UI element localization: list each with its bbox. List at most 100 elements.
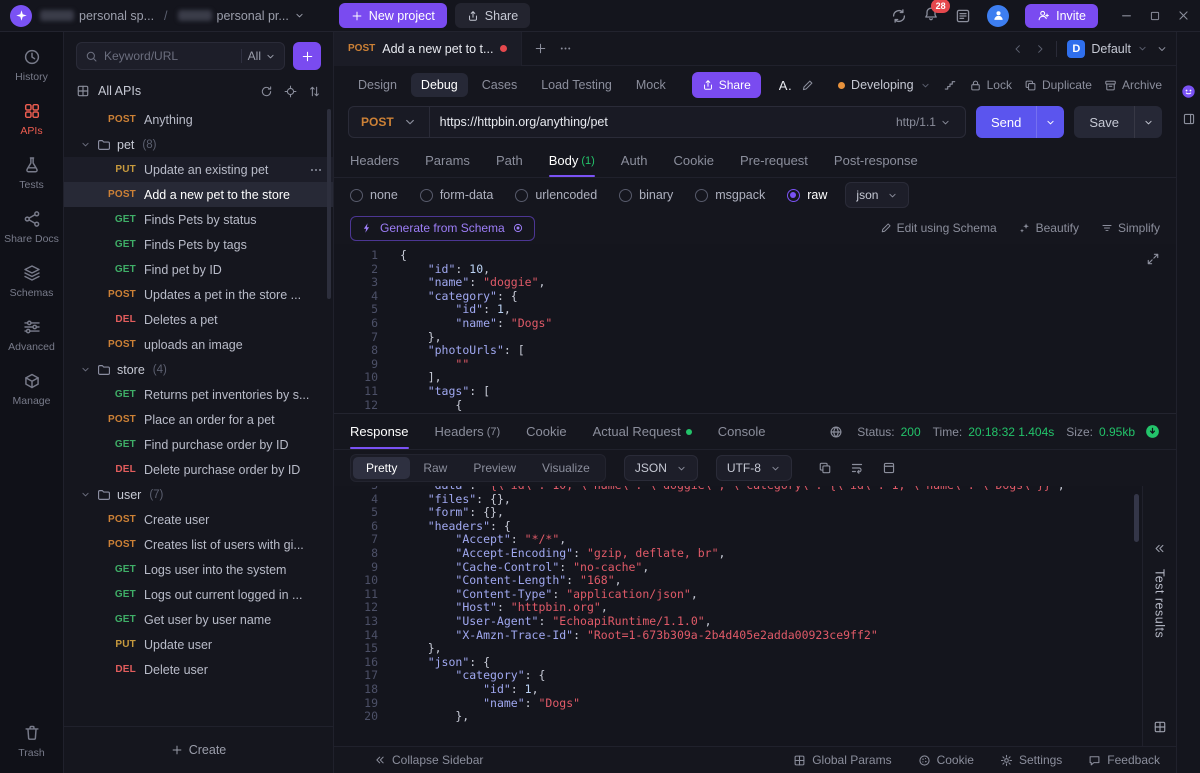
add-api-button[interactable] bbox=[293, 42, 321, 70]
tree-item[interactable]: GET Finds Pets by tags bbox=[64, 232, 333, 257]
request-tab-path[interactable]: Path bbox=[496, 144, 523, 177]
edit-using-schema-button[interactable]: Edit using Schema bbox=[880, 221, 997, 235]
tab-options-button[interactable] bbox=[559, 42, 572, 55]
search-filter-dropdown[interactable]: All bbox=[248, 49, 276, 63]
new-project-button[interactable]: New project bbox=[338, 3, 447, 28]
view-pretty[interactable]: Pretty bbox=[353, 457, 411, 479]
test-results-panel[interactable]: Test results bbox=[1142, 486, 1176, 746]
tree-item[interactable]: POST Place an order for a pet bbox=[64, 407, 333, 432]
search-input[interactable]: Keyword/URL All bbox=[76, 42, 285, 70]
request-tab-cookie[interactable]: Cookie bbox=[674, 144, 714, 177]
save-button[interactable]: Save bbox=[1074, 106, 1162, 138]
tree-item[interactable]: POST Anything bbox=[64, 107, 333, 132]
rail-item-trash[interactable]: Trash bbox=[3, 718, 61, 765]
close-button[interactable] bbox=[1177, 9, 1190, 22]
body-type-raw[interactable]: raw bbox=[787, 188, 827, 202]
copy-icon[interactable] bbox=[818, 461, 832, 475]
tree-item[interactable]: POST Creates list of users with gi... bbox=[64, 532, 333, 557]
send-button[interactable]: Send bbox=[975, 106, 1065, 138]
response-body-viewer[interactable]: 3 "data": "{\"id\": 10, \"name\": \"dogg… bbox=[334, 486, 1142, 746]
notifications-button[interactable]: 28 bbox=[923, 0, 951, 25]
tree-item[interactable]: PUT Update user bbox=[64, 632, 333, 657]
app-logo[interactable] bbox=[10, 4, 32, 27]
rail-item-tests[interactable]: Tests bbox=[3, 150, 61, 197]
response-tab-headers[interactable]: Headers (7) bbox=[435, 414, 501, 449]
workspace-breadcrumb[interactable]: personal sp... bbox=[40, 9, 154, 23]
rail-item-manage[interactable]: Manage bbox=[3, 366, 61, 413]
sort-icon[interactable] bbox=[308, 85, 321, 98]
generate-from-schema-button[interactable]: Generate from Schema bbox=[350, 215, 535, 241]
mode-tab-mock[interactable]: Mock bbox=[626, 73, 676, 97]
lock-button[interactable]: Lock bbox=[969, 78, 1012, 92]
share-workspace-button[interactable]: Share bbox=[454, 3, 531, 28]
new-tab-button[interactable] bbox=[534, 42, 547, 55]
avatar[interactable] bbox=[987, 4, 1010, 27]
tree-item[interactable]: GET Returns pet inventories by s... bbox=[64, 382, 333, 407]
tree-item[interactable]: GET Finds Pets by status bbox=[64, 207, 333, 232]
request-body-editor[interactable]: 1{2 "id": 10, 3 "name": "doggie", 4 "categ… bbox=[334, 244, 1176, 414]
api-status-dropdown[interactable]: Developing bbox=[838, 78, 931, 92]
response-format-dropdown[interactable]: JSON bbox=[623, 455, 698, 481]
rail-item-schemas[interactable]: Schemas bbox=[3, 258, 61, 305]
open-in-window-icon[interactable] bbox=[882, 461, 896, 475]
tree-item[interactable]: GET Get user by user name bbox=[64, 607, 333, 632]
archive-button[interactable]: Archive bbox=[1104, 78, 1162, 92]
protocol-dropdown[interactable]: http/1.1 bbox=[892, 115, 955, 129]
tree-item[interactable]: GET Find purchase order by ID bbox=[64, 432, 333, 457]
body-type-form-data[interactable]: form-data bbox=[419, 188, 493, 202]
expand-editor-icon[interactable] bbox=[1146, 252, 1160, 266]
request-tab-headers[interactable]: Headers bbox=[350, 144, 399, 177]
duplicate-button[interactable]: Duplicate bbox=[1024, 78, 1092, 92]
body-type-binary[interactable]: binary bbox=[619, 188, 673, 202]
layout-icon[interactable] bbox=[1153, 720, 1167, 734]
raw-format-dropdown[interactable]: json bbox=[845, 182, 910, 208]
tree-item[interactable]: DEL Deletes a pet bbox=[64, 307, 333, 332]
side-panel-icon[interactable] bbox=[1182, 112, 1196, 126]
body-type-msgpack[interactable]: msgpack bbox=[695, 188, 765, 202]
body-type-none[interactable]: none bbox=[350, 188, 398, 202]
tree-folder-user[interactable]: user (7) bbox=[64, 482, 333, 507]
all-apis-header[interactable]: All APIs bbox=[64, 78, 333, 105]
tree-item[interactable]: GET Logs user into the system bbox=[64, 557, 333, 582]
maximize-button[interactable] bbox=[1149, 10, 1161, 22]
mode-tab-debug[interactable]: Debug bbox=[410, 73, 468, 97]
minimize-button[interactable] bbox=[1120, 9, 1133, 22]
tree-item[interactable]: DEL Delete purchase order by ID bbox=[64, 457, 333, 482]
mode-tab-design[interactable]: Design bbox=[348, 73, 407, 97]
statusbar-cookie[interactable]: Cookie bbox=[918, 753, 974, 767]
collapse-sidebar-button[interactable]: Collapse Sidebar bbox=[374, 753, 483, 767]
tree-item[interactable]: GET Logs out current logged in ... bbox=[64, 582, 333, 607]
environment-menu-button[interactable] bbox=[1156, 43, 1168, 55]
tree-folder-store[interactable]: store (4) bbox=[64, 357, 333, 382]
tab-scroll-left-button[interactable] bbox=[1012, 43, 1024, 55]
beautify-button[interactable]: Beautify bbox=[1019, 221, 1079, 235]
tree-item[interactable]: POST uploads an image bbox=[64, 332, 333, 357]
tree-folder-pet[interactable]: pet (8) bbox=[64, 132, 333, 157]
body-type-urlencoded[interactable]: urlencoded bbox=[515, 188, 597, 202]
scrollbar[interactable] bbox=[1134, 494, 1139, 542]
url-input[interactable]: https://httpbin.org/anything/pet http/1.… bbox=[430, 107, 965, 137]
environment-selector[interactable]: D Default bbox=[1067, 39, 1148, 58]
sync-icon[interactable] bbox=[891, 8, 907, 24]
response-tab-console[interactable]: Console bbox=[718, 414, 766, 449]
more-icon[interactable] bbox=[309, 163, 323, 177]
simplify-button[interactable]: Simplify bbox=[1101, 221, 1160, 235]
rail-item-share-docs[interactable]: Share Docs bbox=[3, 204, 61, 251]
create-api-button[interactable]: Create bbox=[76, 736, 321, 764]
view-raw[interactable]: Raw bbox=[410, 457, 460, 479]
locate-icon[interactable] bbox=[284, 85, 297, 98]
project-breadcrumb[interactable]: personal pr... bbox=[177, 9, 305, 23]
refresh-icon[interactable] bbox=[260, 85, 273, 98]
view-visualize[interactable]: Visualize bbox=[529, 457, 603, 479]
tree-item[interactable]: PUT Update an existing pet bbox=[64, 157, 333, 182]
flow-icon[interactable] bbox=[943, 78, 957, 92]
request-doc-tab[interactable]: POST Add a new pet to t... bbox=[334, 31, 523, 66]
tree-item[interactable]: DEL Delete user bbox=[64, 657, 333, 682]
request-tab-params[interactable]: Params bbox=[425, 144, 470, 177]
invite-button[interactable]: Invite bbox=[1025, 3, 1098, 28]
statusbar-global-params[interactable]: Global Params bbox=[793, 753, 892, 767]
edit-title-icon[interactable] bbox=[801, 79, 814, 92]
response-tab-cookie[interactable]: Cookie bbox=[526, 414, 566, 449]
request-tab-post-response[interactable]: Post-response bbox=[834, 144, 918, 177]
mode-tab-cases[interactable]: Cases bbox=[472, 73, 527, 97]
